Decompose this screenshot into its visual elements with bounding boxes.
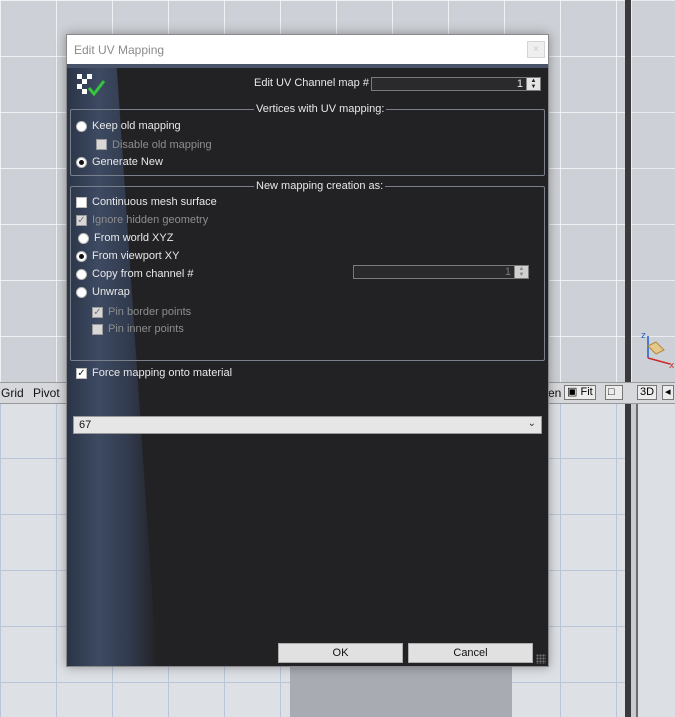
cancel-button[interactable]: Cancel xyxy=(408,643,533,663)
continuous-mesh-checkbox[interactable] xyxy=(76,197,87,208)
viewport-divider[interactable] xyxy=(625,0,631,717)
toolbar-3d-button[interactable]: 3D xyxy=(637,385,658,400)
material-select-value: 67 xyxy=(79,419,92,431)
from-viewport-label: From viewport XY xyxy=(92,250,180,262)
unwrap-radio[interactable] xyxy=(76,287,87,298)
close-icon: × xyxy=(533,44,539,55)
dialog-body: Edit UV Channel map # 1 ▲ ▼ Vertices with… xyxy=(67,64,548,666)
viewport-selection-area xyxy=(290,665,512,717)
keep-old-mapping-radio[interactable] xyxy=(76,121,87,132)
ignore-hidden-label: Ignore hidden geometry xyxy=(92,214,209,226)
decorative-top-rule xyxy=(67,64,548,68)
generate-new-label: Generate New xyxy=(92,156,163,168)
viewport-right-grid[interactable] xyxy=(631,0,675,382)
disable-old-mapping-label: Disable old mapping xyxy=(112,139,212,151)
fit-icon: ▣ xyxy=(567,386,578,398)
material-select[interactable]: 67 ⌄ xyxy=(73,416,542,434)
copy-spinner-arrows-icon[interactable]: ▲ ▼ xyxy=(514,266,528,278)
toolbar-pivot-button[interactable]: Pivot xyxy=(33,386,60,400)
toolbar-maximize-button[interactable]: □ xyxy=(605,385,623,400)
pin-border-label: Pin border points xyxy=(108,306,192,318)
unwrap-label: Unwrap xyxy=(92,286,130,298)
chevron-down-icon: ⌄ xyxy=(527,418,536,429)
gizmo-x-label: x xyxy=(669,361,675,370)
keep-old-mapping-label: Keep old mapping xyxy=(92,120,181,132)
axis-gizmo-icon: z x xyxy=(641,331,675,370)
from-viewport-radio[interactable] xyxy=(76,251,87,262)
vertices-group-title: Vertices with UV mapping: xyxy=(254,103,387,115)
app-logo-icon xyxy=(77,74,106,97)
continuous-mesh-label: Continuous mesh surface xyxy=(92,196,217,208)
close-button[interactable]: × xyxy=(527,41,545,58)
toolbar-fit-button[interactable]: ▣ Fit xyxy=(564,385,596,400)
dialog-titlebar[interactable]: Edit UV Mapping × xyxy=(67,35,548,64)
toolbar-arrow-left-button[interactable]: ◂ xyxy=(662,385,674,400)
ok-button[interactable]: OK xyxy=(278,643,403,663)
copy-channel-value: 1 xyxy=(504,266,511,278)
copy-channel-spinner[interactable]: 1 ▲ ▼ xyxy=(353,265,529,279)
creation-group-title: New mapping creation as: xyxy=(254,180,386,192)
copy-channel-label: Copy from channel # xyxy=(92,268,194,280)
channel-map-value: 1 xyxy=(516,78,523,90)
spinner-arrows-icon[interactable]: ▲ ▼ xyxy=(526,78,540,90)
resize-grip-icon[interactable] xyxy=(536,654,546,664)
toolbar-fit-label: Fit xyxy=(580,386,593,398)
ignore-hidden-checkbox[interactable]: ✓ xyxy=(76,215,87,226)
copy-channel-radio[interactable] xyxy=(76,269,87,280)
edit-uv-mapping-dialog: Edit UV Mapping × Edit UV Channel map # … xyxy=(66,34,549,667)
pin-inner-label: Pin inner points xyxy=(108,323,184,335)
pin-inner-checkbox[interactable] xyxy=(92,324,103,335)
pin-border-checkbox[interactable]: ✓ xyxy=(92,307,103,318)
gizmo-z-label: z xyxy=(641,331,646,341)
channel-map-label: Edit UV Channel map # xyxy=(254,77,369,89)
triangle-left-icon: ◂ xyxy=(665,386,671,398)
force-mapping-label: Force mapping onto material xyxy=(92,367,233,379)
toolbar-en-button[interactable]: en xyxy=(548,386,561,400)
toolbar-grid-button[interactable]: Grid xyxy=(1,386,24,400)
from-world-radio[interactable] xyxy=(78,233,89,244)
dialog-title: Edit UV Mapping xyxy=(74,43,165,57)
force-mapping-checkbox[interactable]: ✓ xyxy=(76,368,87,379)
channel-map-spinner[interactable]: 1 ▲ ▼ xyxy=(371,77,541,91)
maximize-icon: □ xyxy=(608,386,615,398)
from-world-label: From world XYZ xyxy=(94,232,174,244)
viewport-3d[interactable] xyxy=(636,402,675,717)
disable-old-mapping-checkbox[interactable] xyxy=(96,139,107,150)
generate-new-radio[interactable] xyxy=(76,157,87,168)
